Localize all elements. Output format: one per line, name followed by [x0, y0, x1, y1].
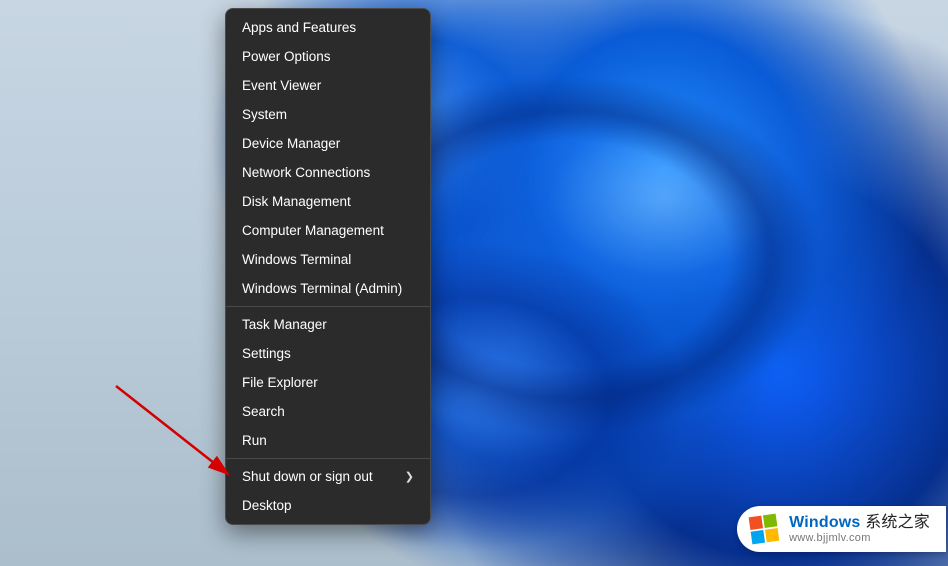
menu-item-label: Windows Terminal (Admin): [242, 281, 402, 296]
menu-item-label: Desktop: [242, 498, 292, 513]
menu-item-apps-and-features[interactable]: Apps and Features: [226, 13, 430, 42]
menu-item-label: Power Options: [242, 49, 331, 64]
menu-item-label: Event Viewer: [242, 78, 321, 93]
menu-item-network-connections[interactable]: Network Connections: [226, 158, 430, 187]
menu-item-event-viewer[interactable]: Event Viewer: [226, 71, 430, 100]
menu-item-label: Apps and Features: [242, 20, 356, 35]
menu-item-settings[interactable]: Settings: [226, 339, 430, 368]
menu-item-label: Search: [242, 404, 285, 419]
watermark-title: Windows 系统之家: [789, 514, 930, 532]
menu-item-label: Disk Management: [242, 194, 351, 209]
menu-item-task-manager[interactable]: Task Manager: [226, 310, 430, 339]
winx-context-menu: Apps and Features Power Options Event Vi…: [225, 8, 431, 525]
menu-item-windows-terminal-admin[interactable]: Windows Terminal (Admin): [226, 274, 430, 303]
watermark-badge: Windows 系统之家 www.bjjmlv.com: [737, 506, 946, 552]
menu-item-label: Computer Management: [242, 223, 384, 238]
menu-item-label: Settings: [242, 346, 291, 361]
menu-item-label: Device Manager: [242, 136, 340, 151]
watermark-brand: Windows: [789, 514, 860, 531]
menu-item-label: Network Connections: [242, 165, 370, 180]
menu-item-shut-down-or-sign-out[interactable]: Shut down or sign out ❯: [226, 462, 430, 491]
menu-item-windows-terminal[interactable]: Windows Terminal: [226, 245, 430, 274]
menu-item-file-explorer[interactable]: File Explorer: [226, 368, 430, 397]
windows-logo-icon: [747, 512, 781, 546]
menu-item-search[interactable]: Search: [226, 397, 430, 426]
menu-separator: [226, 306, 430, 307]
menu-item-system[interactable]: System: [226, 100, 430, 129]
menu-item-label: Shut down or sign out: [242, 469, 373, 484]
watermark-brand-suffix: 系统之家: [861, 514, 930, 531]
menu-item-computer-management[interactable]: Computer Management: [226, 216, 430, 245]
menu-item-label: File Explorer: [242, 375, 318, 390]
menu-item-desktop[interactable]: Desktop: [226, 491, 430, 520]
menu-item-disk-management[interactable]: Disk Management: [226, 187, 430, 216]
menu-item-label: Windows Terminal: [242, 252, 351, 267]
watermark-url: www.bjjmlv.com: [789, 532, 930, 544]
chevron-right-icon: ❯: [405, 470, 414, 483]
menu-item-label: Run: [242, 433, 267, 448]
wallpaper-bloom-overlay: [0, 0, 948, 566]
menu-item-label: Task Manager: [242, 317, 327, 332]
menu-separator: [226, 458, 430, 459]
menu-item-run[interactable]: Run: [226, 426, 430, 455]
menu-item-label: System: [242, 107, 287, 122]
menu-item-device-manager[interactable]: Device Manager: [226, 129, 430, 158]
menu-item-power-options[interactable]: Power Options: [226, 42, 430, 71]
